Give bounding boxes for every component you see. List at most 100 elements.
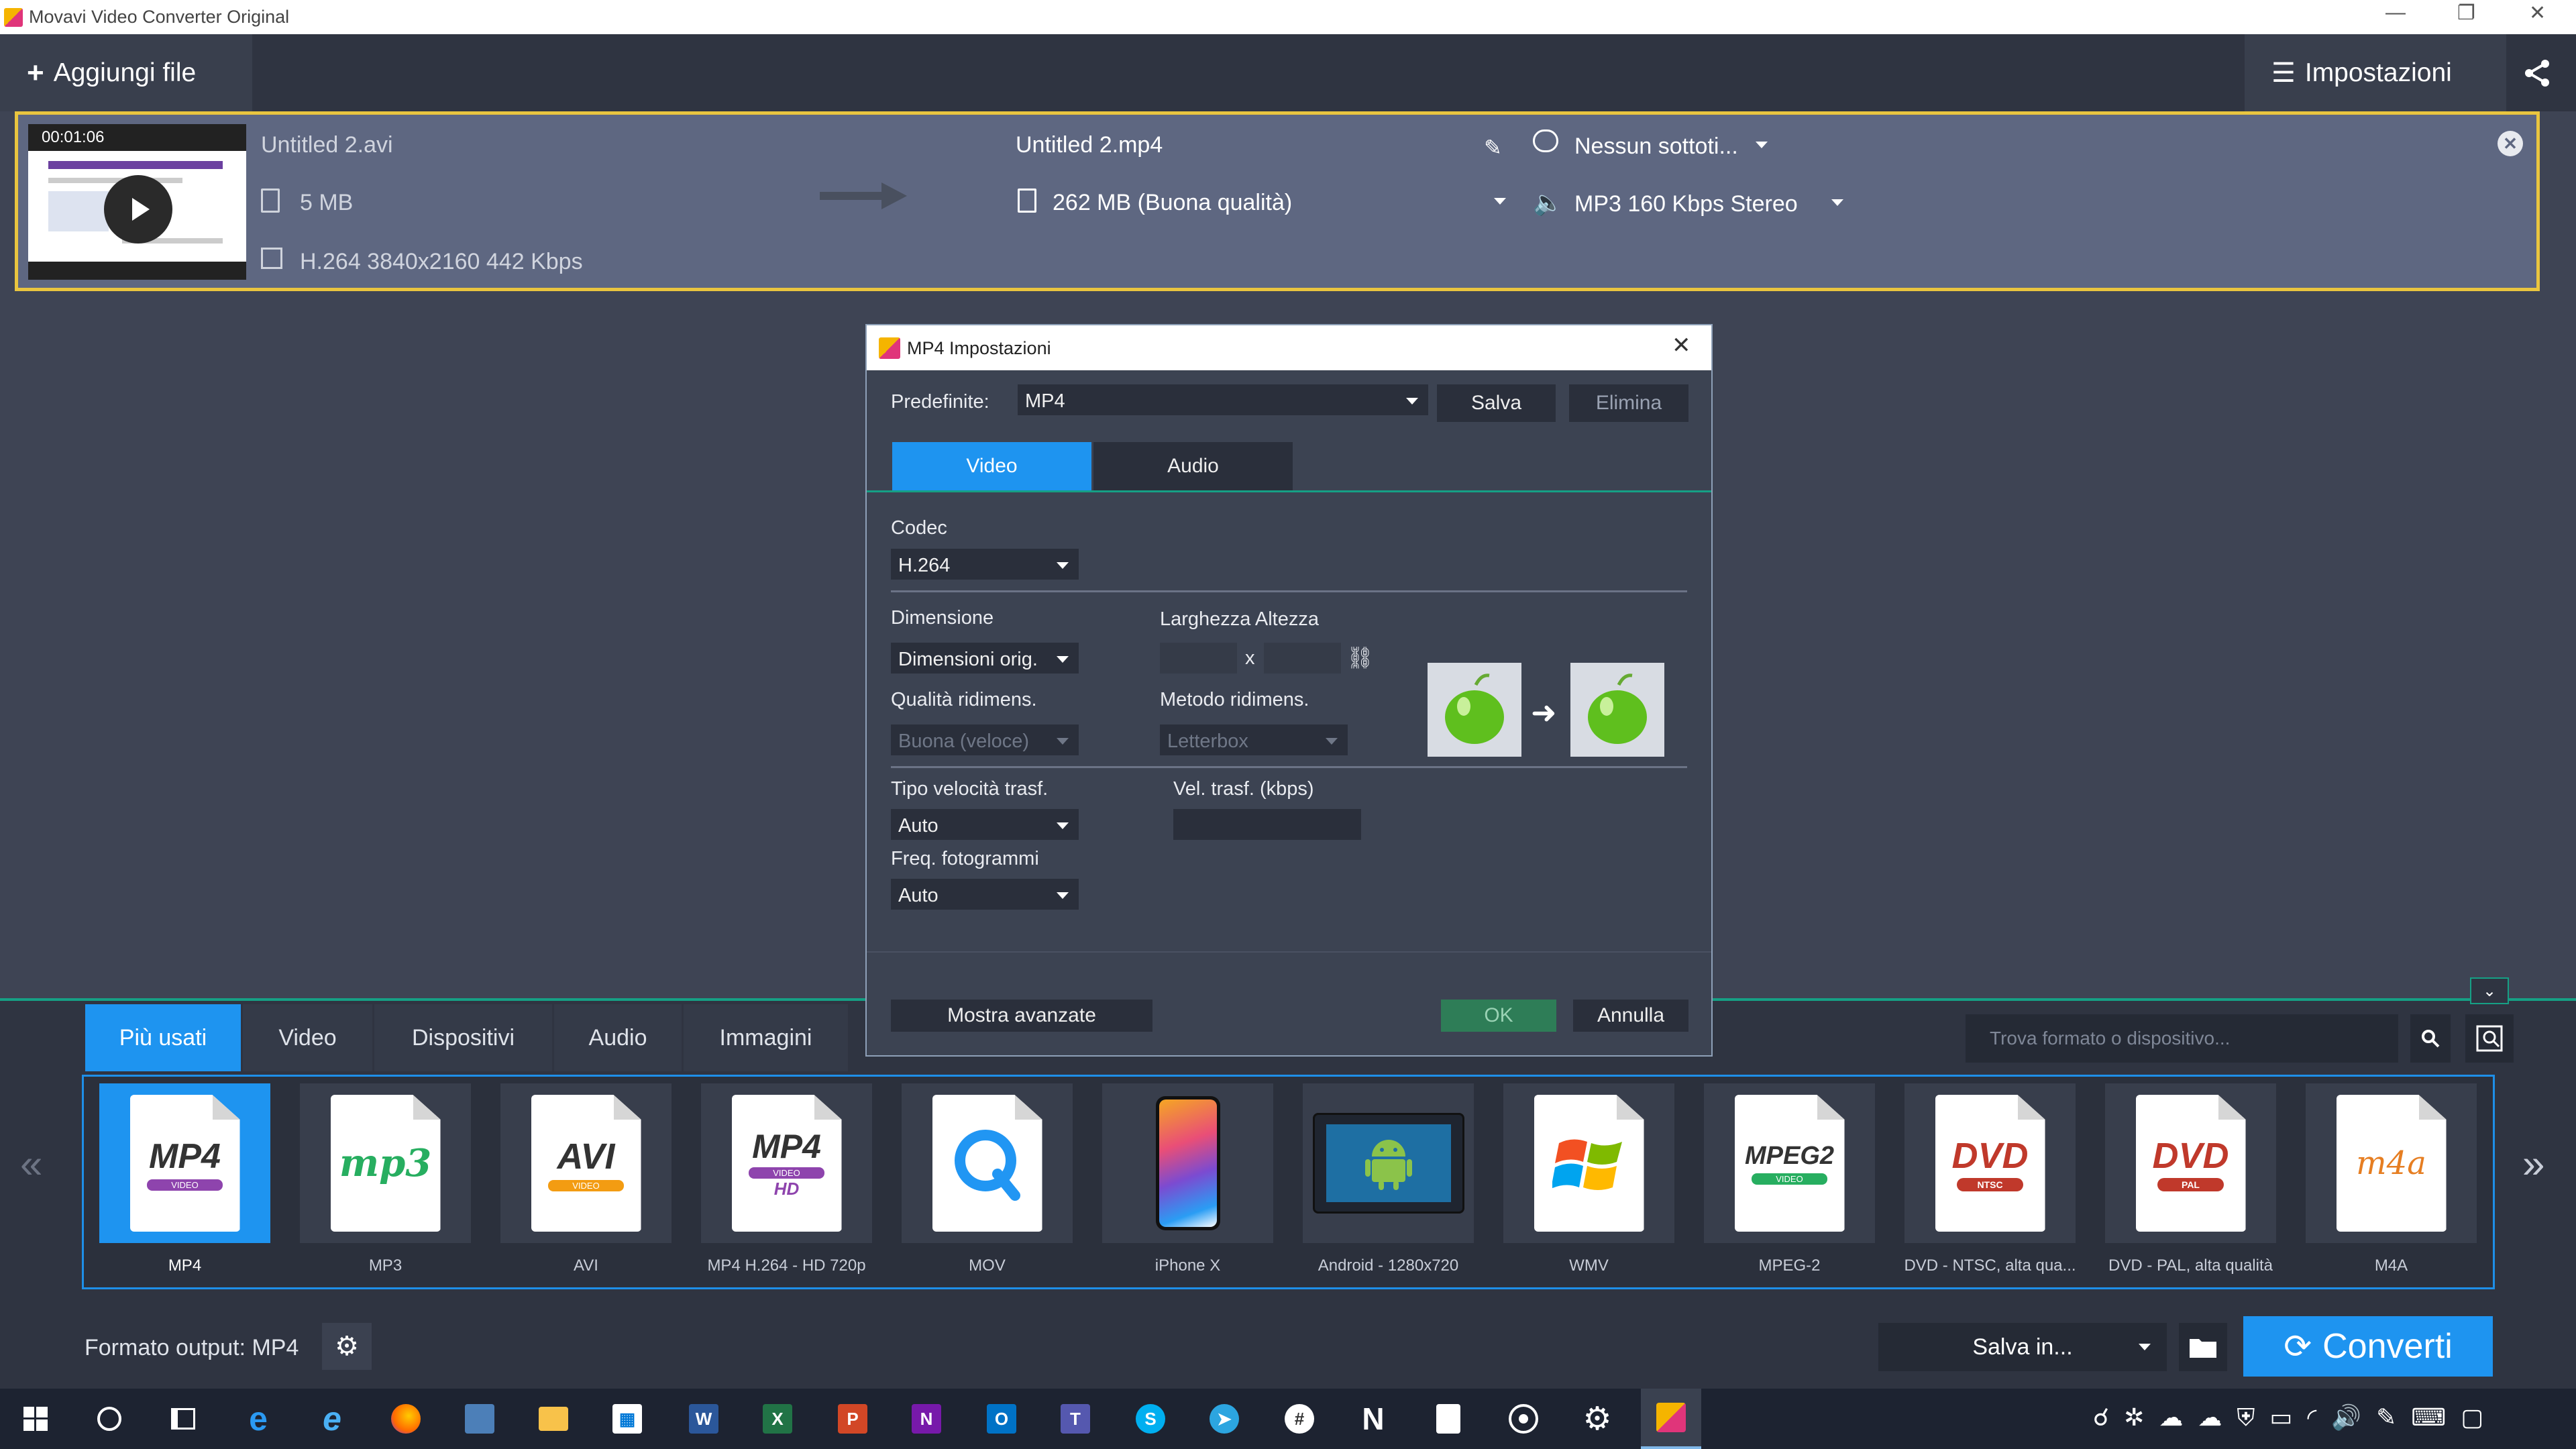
link-chain-icon[interactable]: ⛓	[1346, 645, 1374, 670]
show-advanced-button[interactable]: Mostra avanzate	[891, 1000, 1152, 1032]
teams-icon[interactable]: T	[1045, 1389, 1106, 1449]
format-label: M4A	[2374, 1256, 2408, 1275]
format-tile-wmv[interactable]: WMV	[1503, 1083, 1674, 1285]
outlook-icon[interactable]: O	[971, 1389, 1032, 1449]
window-title: Movavi Video Converter Original	[29, 7, 290, 27]
tab-video-settings[interactable]: Video	[892, 442, 1091, 490]
format-tile-mp3[interactable]: mp3 MP3	[300, 1083, 471, 1285]
firefox-icon[interactable]	[376, 1389, 436, 1449]
media-player-icon[interactable]	[1493, 1389, 1554, 1449]
dialog-close-button[interactable]: ✕	[1672, 332, 1691, 359]
height-input[interactable]	[1264, 643, 1341, 674]
play-button[interactable]	[104, 175, 172, 244]
scroll-right-button[interactable]: »	[2522, 1140, 2544, 1187]
preset-select[interactable]: MP4	[1018, 384, 1428, 415]
bitrate-type-select[interactable]: Auto	[891, 809, 1079, 840]
output-settings-gear-icon[interactable]: ⚙	[322, 1323, 372, 1370]
ok-button[interactable]: OK	[1441, 1000, 1556, 1032]
format-tile-avi[interactable]: AVI VIDEO AVI	[500, 1083, 672, 1285]
tab-video[interactable]: Video	[243, 1004, 372, 1071]
save-in-label: Salva in...	[1972, 1334, 2073, 1360]
telegram-icon[interactable]: ➤	[1194, 1389, 1254, 1449]
format-tile-mp4-hd[interactable]: MP4 VIDEO HD MP4 H.264 - HD 720p	[701, 1083, 872, 1285]
source-filename: Untitled 2.avi	[261, 132, 393, 158]
internet-explorer-icon[interactable]: e	[302, 1389, 362, 1449]
output-filename[interactable]: Untitled 2.mp4	[1016, 132, 1163, 158]
format-label: DVD - NTSC, alta qua...	[1904, 1256, 2076, 1275]
format-tile-dvd-ntsc[interactable]: DVD NTSC DVD - NTSC, alta qua...	[1904, 1083, 2076, 1285]
subtitle-dropdown[interactable]: Nessun sottoti...	[1574, 133, 1738, 160]
scroll-left-button[interactable]: «	[20, 1140, 42, 1187]
settings-label: Impostazioni	[2304, 58, 2452, 87]
collapse-panel-button[interactable]: ⌄	[2470, 977, 2509, 1004]
file-item-row[interactable]: 00:01:06 Untitled 2.avi 5 MB H.264 3840x…	[15, 111, 2540, 291]
edge-icon[interactable]: e	[228, 1389, 288, 1449]
file-manager-icon[interactable]	[449, 1389, 510, 1449]
format-tile-m4a[interactable]: m4a M4A	[2306, 1083, 2477, 1285]
tab-images[interactable]: Immagini	[684, 1004, 848, 1071]
separator	[891, 766, 1687, 768]
mp4-icon: MP4 VIDEO	[129, 1095, 240, 1232]
format-tiles-strip: MP4 VIDEO MP4 mp3 MP3 AVI VIDEO AVI MP4 VID…	[82, 1075, 2495, 1289]
file-explorer-icon[interactable]	[523, 1389, 584, 1449]
search-icon[interactable]	[2410, 1014, 2451, 1063]
dimension-select[interactable]: Dimensioni orig.	[891, 643, 1079, 674]
subtitle-dropdown-arrow[interactable]	[1756, 142, 1768, 148]
width-input[interactable]	[1160, 643, 1237, 674]
format-tile-mov[interactable]: MOV	[902, 1083, 1073, 1285]
codec-select[interactable]: H.264	[891, 549, 1079, 580]
avi-icon: AVI VIDEO	[531, 1095, 641, 1232]
skype-icon[interactable]: S	[1120, 1389, 1181, 1449]
format-tile-android[interactable]: Android - 1280x720	[1303, 1083, 1474, 1285]
output-size-dropdown-arrow[interactable]	[1494, 198, 1506, 205]
format-tile-mp4[interactable]: MP4 VIDEO MP4	[99, 1083, 270, 1285]
close-button[interactable]: ✕	[2529, 1, 2546, 25]
search-circle-icon[interactable]	[79, 1389, 140, 1449]
onenote-icon[interactable]: N	[896, 1389, 957, 1449]
file-size-icon	[261, 189, 280, 213]
convert-button[interactable]: ⟳ Converti	[2243, 1316, 2493, 1377]
tab-most-used[interactable]: Più usati	[85, 1004, 241, 1071]
cancel-button[interactable]: Annulla	[1573, 1000, 1688, 1032]
task-view-icon[interactable]	[153, 1389, 213, 1449]
restore-button[interactable]: ❐	[2457, 1, 2475, 25]
store-icon[interactable]: ▦	[597, 1389, 657, 1449]
settings-button[interactable]: ☰ Impostazioni	[2245, 34, 2506, 111]
audio-dropdown[interactable]: MP3 160 Kbps Stereo	[1574, 191, 1798, 217]
save-preset-button[interactable]: Salva	[1437, 384, 1556, 422]
main-toolbar: + Aggiungi file ☰ Impostazioni	[0, 34, 2576, 111]
framerate-select[interactable]: Auto	[891, 879, 1079, 910]
resize-preview-after	[1570, 663, 1664, 757]
edit-pencil-icon[interactable]: ✎	[1484, 135, 1502, 160]
share-icon[interactable]	[2521, 57, 2553, 89]
windows-start-icon[interactable]	[5, 1389, 66, 1449]
minimize-button[interactable]: —	[2385, 1, 2406, 24]
output-size-quality[interactable]: 262 MB (Buona qualità)	[1053, 190, 1292, 216]
audio-dropdown-arrow[interactable]	[1831, 199, 1843, 206]
save-in-dropdown[interactable]: Salva in...	[1878, 1323, 2167, 1371]
format-tile-dvd-pal[interactable]: DVD PAL DVD - PAL, alta qualità	[2105, 1083, 2276, 1285]
notion-icon[interactable]: N	[1343, 1389, 1403, 1449]
tab-audio-settings[interactable]: Audio	[1093, 442, 1293, 490]
format-tile-mpeg2[interactable]: MPEG2 VIDEO MPEG-2	[1704, 1083, 1875, 1285]
excel-icon[interactable]: X	[747, 1389, 808, 1449]
dimension-label: Dimensione	[891, 607, 994, 629]
add-file-button[interactable]: + Aggiungi file	[0, 34, 252, 111]
tab-devices[interactable]: Dispositivi	[374, 1004, 552, 1071]
delete-preset-button[interactable]: Elimina	[1569, 384, 1688, 422]
folder-icon[interactable]	[2179, 1323, 2227, 1371]
device-detect-icon[interactable]	[2465, 1014, 2514, 1063]
tab-audio[interactable]: Audio	[554, 1004, 682, 1071]
word-icon[interactable]: W	[674, 1389, 734, 1449]
video-thumbnail[interactable]: 00:01:06	[28, 124, 246, 280]
format-label: MP3	[368, 1256, 402, 1275]
document-app-icon[interactable]	[1418, 1389, 1479, 1449]
movavi-taskbar-icon[interactable]	[1641, 1389, 1701, 1449]
settings-gear-icon[interactable]: ⚙	[1567, 1389, 1627, 1449]
format-tile-iphone-x[interactable]: iPhone X	[1102, 1083, 1273, 1285]
slack-icon[interactable]: #	[1269, 1389, 1330, 1449]
chevron-down-icon	[2139, 1344, 2151, 1350]
powerpoint-icon[interactable]: P	[822, 1389, 883, 1449]
bitrate-input[interactable]	[1173, 809, 1361, 840]
remove-file-icon[interactable]: ✕	[2498, 131, 2523, 156]
